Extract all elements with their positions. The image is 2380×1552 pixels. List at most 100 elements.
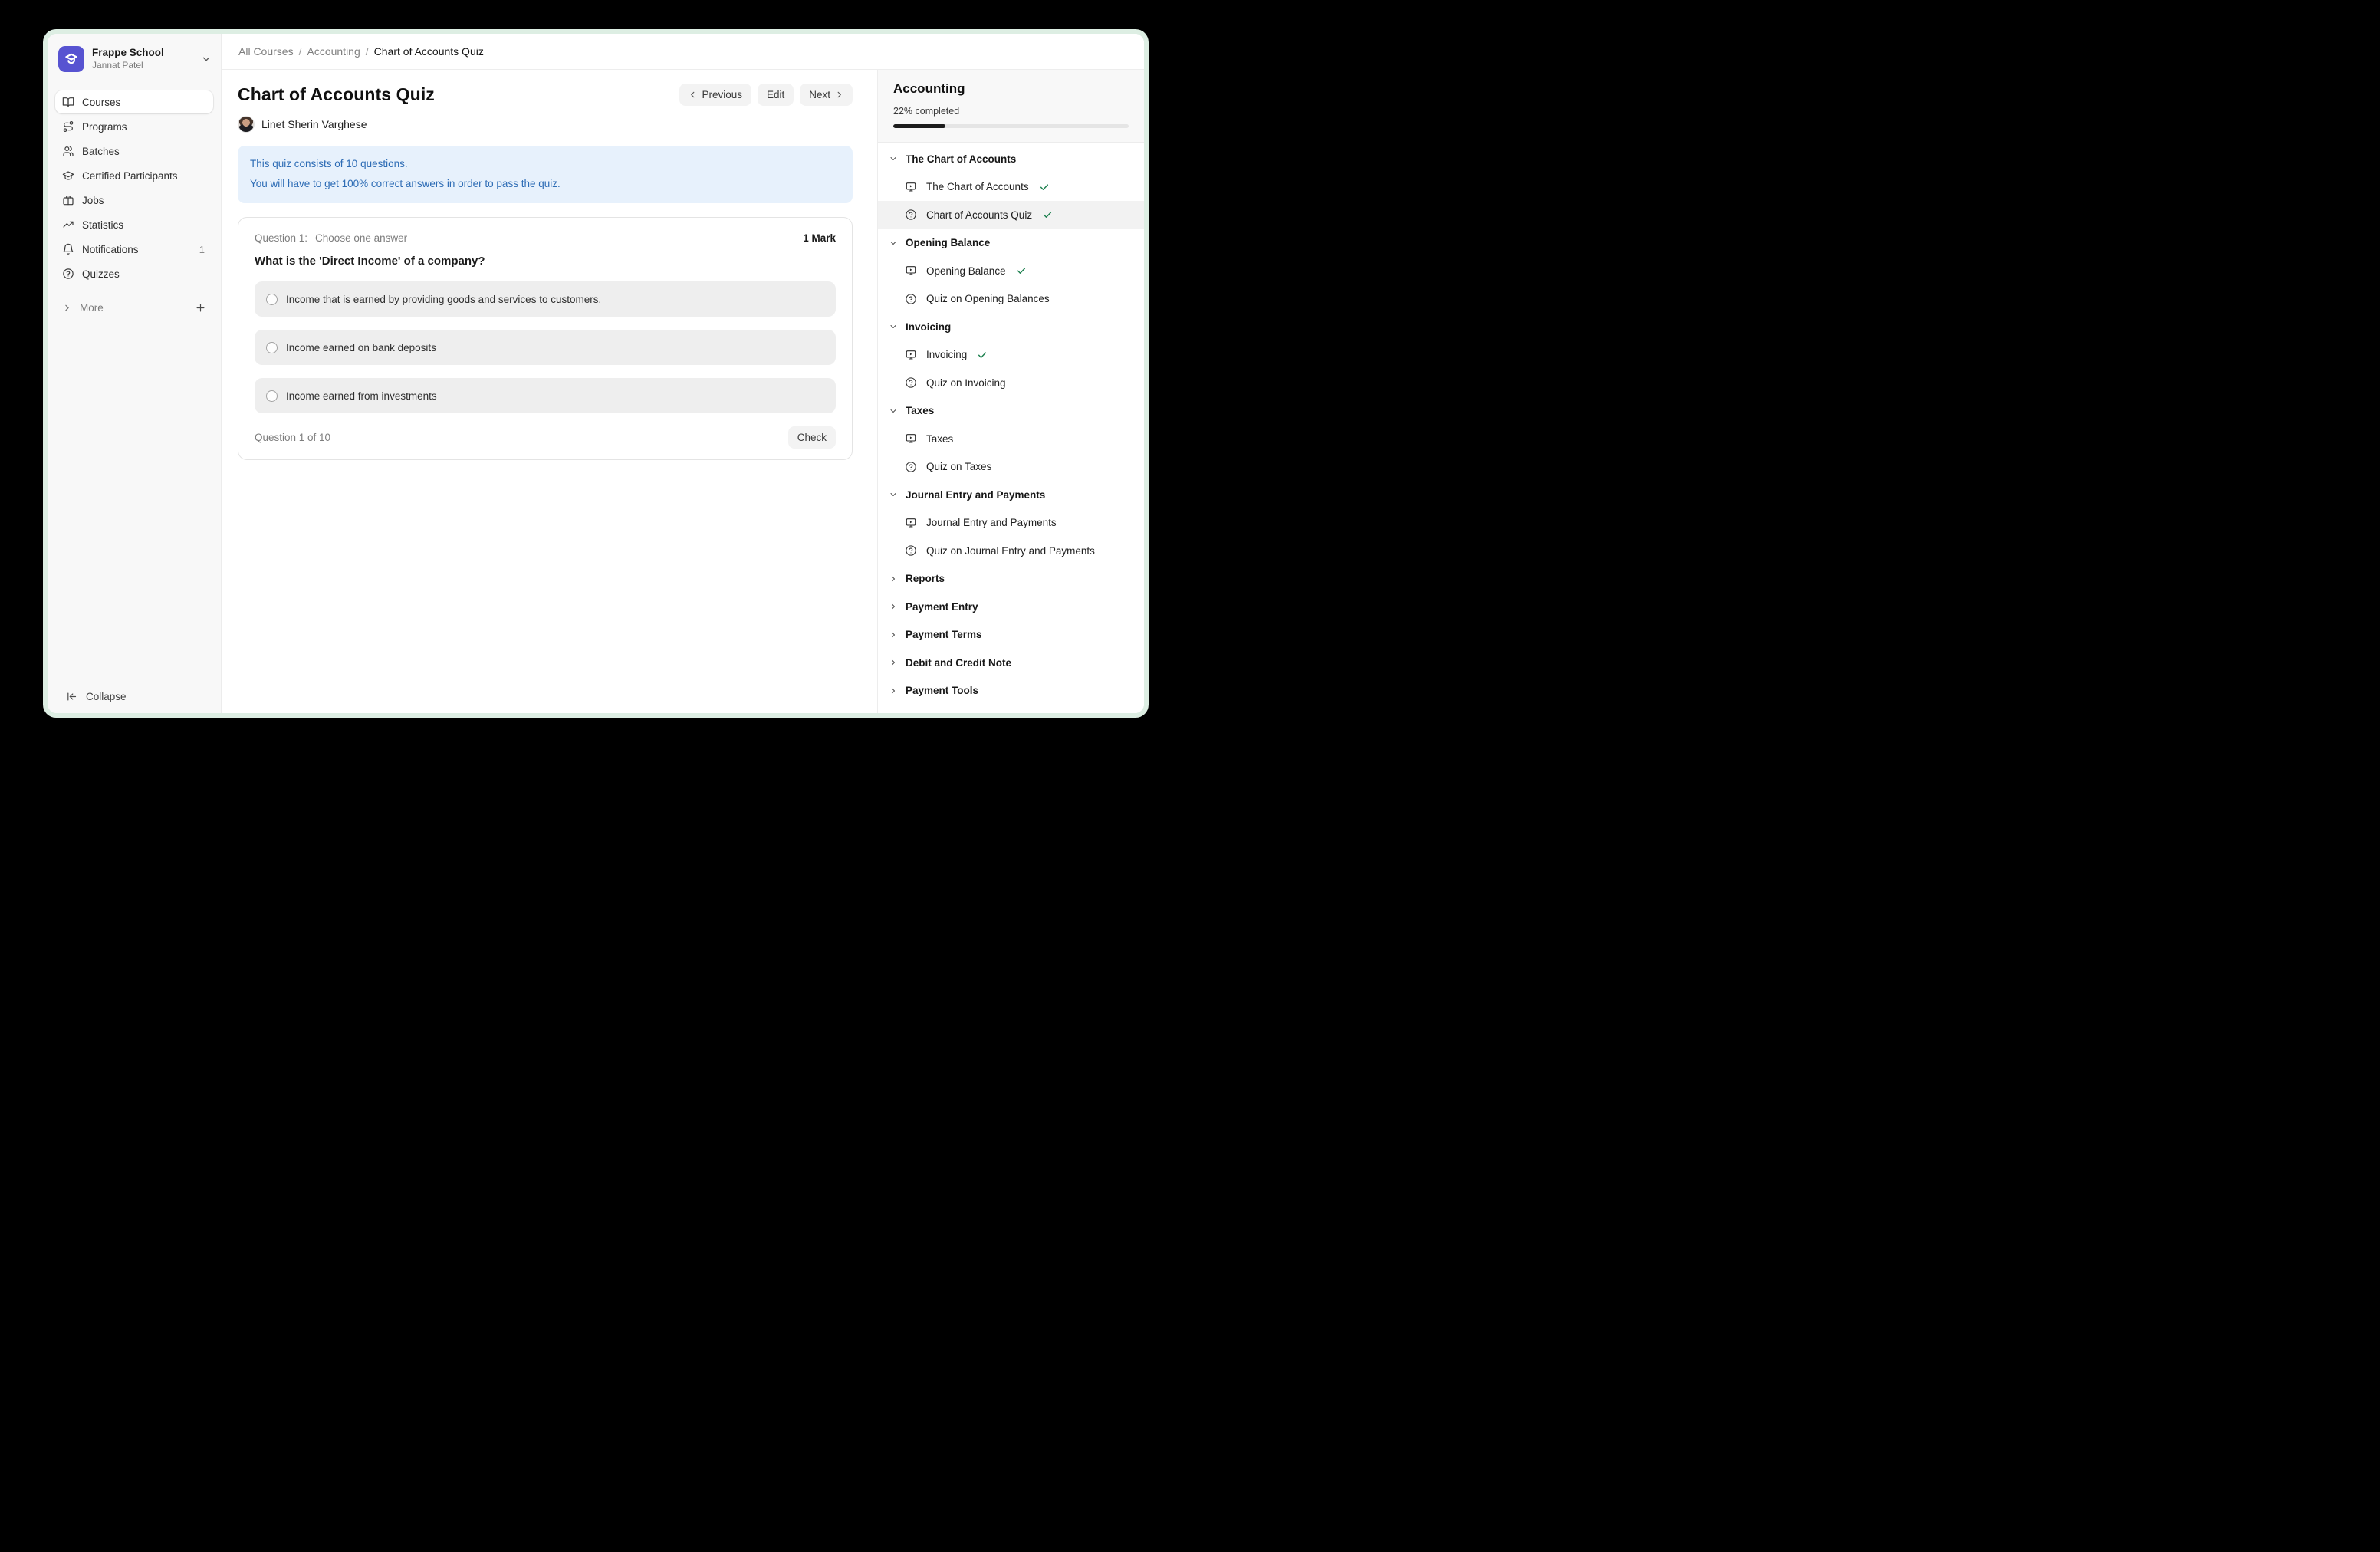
radio-icon[interactable] — [266, 390, 278, 402]
radio-icon[interactable] — [266, 294, 278, 305]
question-marks: 1 Mark — [803, 232, 836, 244]
monitor-play-icon — [905, 181, 917, 193]
lesson-opening-balance[interactable]: Opening Balance — [878, 257, 1144, 285]
lesson-title: Taxes — [926, 433, 953, 445]
monitor-play-icon — [905, 432, 917, 445]
lesson-quiz-on-opening-balances[interactable]: Quiz on Opening Balances — [878, 285, 1144, 314]
lesson-quiz-on-journal-entry-and-payments[interactable]: Quiz on Journal Entry and Payments — [878, 537, 1144, 565]
lesson-quiz-on-taxes[interactable]: Quiz on Taxes — [878, 453, 1144, 482]
chevron-right-icon — [62, 303, 72, 313]
breadcrumb-separator: / — [299, 45, 302, 58]
lesson-invoicing[interactable]: Invoicing — [878, 341, 1144, 370]
chevron-down-icon — [201, 54, 212, 64]
route-icon — [62, 120, 74, 133]
check-icon — [1042, 209, 1053, 220]
quiz-instructions: This quiz consists of 10 questions. You … — [238, 146, 853, 203]
quiz-instruction-line: This quiz consists of 10 questions. — [250, 154, 840, 174]
answer-option-2[interactable]: Income earned on bank deposits — [255, 330, 836, 365]
chapter-payment-tools[interactable]: Payment Tools — [878, 677, 1144, 705]
graduation-cap-icon — [62, 169, 74, 182]
chapter-payment-terms[interactable]: Payment Terms — [878, 621, 1144, 649]
sidebar-item-more[interactable]: More — [55, 296, 213, 319]
frappe-school-logo-icon — [58, 46, 84, 72]
lesson-title: Opening Balance — [926, 265, 1006, 277]
lesson-title: Quiz on Invoicing — [926, 377, 1006, 389]
sidebar-item-notifications[interactable]: Notifications 1 — [55, 238, 213, 261]
chapter-taxes[interactable]: Taxes — [878, 397, 1144, 426]
quiz-instruction-line: You will have to get 100% correct answer… — [250, 174, 840, 194]
breadcrumb: All Courses / Accounting / Chart of Accounts… — [222, 34, 1144, 70]
answer-options: Income that is earned by providing goods… — [255, 281, 836, 413]
left-sidebar: Frappe School Jannat Patel Courses Progra… — [48, 34, 222, 713]
next-label: Next — [809, 89, 830, 100]
monitor-play-icon — [905, 349, 917, 361]
sidebar-item-certified-participants[interactable]: Certified Participants — [55, 164, 213, 187]
edit-button[interactable]: Edit — [758, 84, 794, 106]
lesson-title: Invoicing — [926, 349, 967, 360]
chapter-title: Payment Tools — [906, 685, 978, 696]
check-icon — [1039, 182, 1050, 192]
lesson-journal-entry-and-payments[interactable]: Journal Entry and Payments — [878, 509, 1144, 538]
question-card: Question 1: Choose one answer 1 Mark Wha… — [238, 217, 853, 460]
lesson-title: Chart of Accounts Quiz — [926, 209, 1032, 221]
sidebar-item-label: Certified Participants — [82, 170, 206, 182]
sidebar-item-statistics[interactable]: Statistics — [55, 213, 213, 236]
breadcrumb-separator: / — [366, 45, 369, 58]
help-circle-icon — [905, 544, 917, 557]
chevron-left-icon — [689, 90, 697, 99]
lesson-taxes[interactable]: Taxes — [878, 425, 1144, 453]
sidebar-item-label: Jobs — [82, 195, 206, 206]
previous-label: Previous — [702, 89, 742, 100]
chevron-right-icon — [889, 686, 898, 695]
sidebar-item-label: Notifications — [82, 244, 192, 255]
chevron-down-icon — [889, 490, 898, 499]
chevron-right-icon — [889, 658, 898, 667]
check-button[interactable]: Check — [788, 426, 836, 449]
next-button[interactable]: Next — [800, 84, 853, 106]
workspace-switcher[interactable]: Frappe School Jannat Patel — [48, 34, 221, 80]
add-icon[interactable] — [195, 302, 206, 314]
radio-icon[interactable] — [266, 342, 278, 353]
lesson-main: Chart of Accounts Quiz Previous Edit — [222, 70, 877, 713]
page-title: Chart of Accounts Quiz — [238, 84, 435, 105]
chapter-title: Reports — [906, 573, 945, 584]
breadcrumb-item-accounting[interactable]: Accounting — [307, 45, 360, 58]
sidebar-item-jobs[interactable]: Jobs — [55, 189, 213, 212]
chapter-title: Opening Balance — [906, 237, 990, 248]
course-progress-header: Accounting 22% completed — [878, 70, 1144, 143]
chapter-title: Taxes — [906, 405, 934, 416]
previous-button[interactable]: Previous — [679, 84, 751, 106]
chapter-title: Debit and Credit Note — [906, 657, 1011, 669]
chapter-title: Payment Terms — [906, 629, 982, 640]
chapter-journal-entry-and-payments[interactable]: Journal Entry and Payments — [878, 481, 1144, 509]
chapter-the-chart-of-accounts[interactable]: The Chart of Accounts — [878, 145, 1144, 173]
sidebar-item-programs[interactable]: Programs — [55, 115, 213, 138]
sidebar-nav: Courses ProgramsBatches Certified Particip… — [48, 90, 221, 285]
chapter-debit-and-credit-note[interactable]: Debit and Credit Note — [878, 649, 1144, 677]
chapter-invoicing[interactable]: Invoicing — [878, 313, 1144, 341]
help-circle-icon — [905, 209, 917, 221]
help-circle-icon — [905, 293, 917, 305]
lesson-the-chart-of-accounts[interactable]: The Chart of Accounts — [878, 173, 1144, 202]
answer-option-1[interactable]: Income that is earned by providing goods… — [255, 281, 836, 317]
lesson-quiz-on-invoicing[interactable]: Quiz on Invoicing — [878, 369, 1144, 397]
chapter-opening-balance[interactable]: Opening Balance — [878, 229, 1144, 258]
notification-count: 1 — [199, 244, 206, 255]
chevron-right-icon — [835, 90, 843, 99]
chapter-payment-entry[interactable]: Payment Entry — [878, 593, 1144, 621]
frappe-school-app: Frappe School Jannat Patel Courses Progra… — [48, 34, 1144, 713]
sidebar-item-courses[interactable]: Courses — [55, 90, 213, 113]
collapse-sidebar-button[interactable]: Collapse — [48, 679, 221, 713]
sidebar-item-quizzes[interactable]: Quizzes — [55, 262, 213, 285]
answer-option-3[interactable]: Income earned from investments — [255, 378, 836, 413]
chapter-reports[interactable]: Reports — [878, 565, 1144, 594]
instructor[interactable]: Linet Sherin Varghese — [238, 116, 853, 133]
sidebar-item-batches[interactable]: Batches — [55, 140, 213, 163]
bell-icon — [62, 243, 74, 255]
answer-option-label: Income earned on bank deposits — [286, 342, 436, 353]
chapter-title: Journal Entry and Payments — [906, 489, 1045, 501]
breadcrumb-item-chart-of-accounts-quiz: Chart of Accounts Quiz — [374, 45, 484, 58]
sidebar-item-label: Courses — [82, 97, 206, 108]
breadcrumb-item-all-courses[interactable]: All Courses — [238, 45, 294, 58]
lesson-chart-of-accounts-quiz[interactable]: Chart of Accounts Quiz — [878, 201, 1144, 229]
